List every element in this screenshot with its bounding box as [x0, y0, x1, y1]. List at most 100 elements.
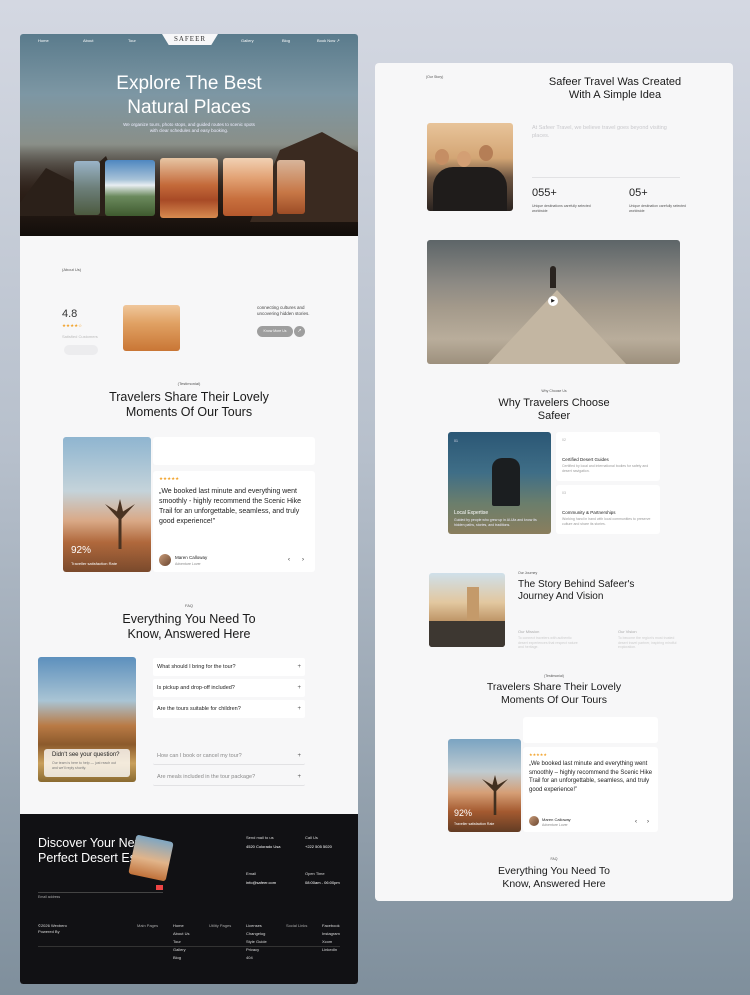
journey-tag: Our Journey: [518, 571, 538, 575]
card-number: 01: [454, 439, 458, 443]
utility-label: Utility Pages: [209, 923, 232, 928]
prev-arrow-icon[interactable]: ‹: [284, 555, 294, 565]
powered-by: Powered By: [38, 929, 60, 934]
send-icon[interactable]: [156, 885, 163, 890]
gallery-photo[interactable]: [74, 161, 100, 215]
nav-about[interactable]: About: [83, 38, 93, 43]
footer-hours: 08:00am - 06:00pm: [305, 880, 340, 885]
footer-link[interactable]: Licenses: [246, 922, 267, 930]
satisfaction-label: Traveller satisfaction Rate: [454, 822, 495, 826]
arrow-icon[interactable]: ↗: [294, 326, 305, 337]
tree-silhouette: [482, 775, 508, 815]
card-text: Guided by people who grew up in Al-Ula a…: [454, 518, 537, 527]
gallery-photo[interactable]: [223, 158, 273, 216]
why-photo: 01 Local Expertise Guided by people who …: [448, 432, 551, 534]
faq-question: What should I bring for the tour?: [157, 664, 236, 670]
footer-link[interactable]: 404: [246, 954, 267, 962]
title-line: Safeer: [537, 409, 571, 422]
card-title: Local Expertise: [454, 510, 489, 516]
footer-link[interactable]: Home: [173, 922, 189, 930]
feature-card: 02 Certified Desert Guides Certified by …: [556, 432, 660, 481]
left-page-preview: Home About Tour Gallery Blog Book Now ↗ …: [20, 34, 358, 984]
play-icon[interactable]: ▶: [548, 296, 558, 306]
rating-stars: ★★★★☆: [62, 323, 83, 328]
title-line: Why Travelers Choose: [498, 397, 610, 409]
testimonial-card: ★★★★★ „We booked last minute and everyth…: [153, 471, 315, 572]
video-preview[interactable]: ▶: [427, 240, 680, 364]
footer-link[interactable]: Tour: [173, 938, 189, 946]
prev-arrow-icon[interactable]: ‹: [631, 817, 641, 827]
title-line: Know, Answered Here: [502, 877, 606, 890]
social-label: Social Links: [286, 923, 308, 928]
open-time-label: Open Time: [305, 871, 325, 876]
next-arrow-icon[interactable]: ›: [643, 817, 653, 827]
plus-icon[interactable]: +: [297, 679, 301, 697]
person-face: [479, 145, 493, 161]
plus-icon[interactable]: +: [297, 658, 301, 676]
nav-home[interactable]: Home: [38, 38, 49, 43]
testimonial-top-card: [153, 437, 315, 465]
faq-question: Is pickup and drop-off included?: [157, 685, 235, 691]
know-more-button[interactable]: Know More Us: [257, 326, 293, 337]
footer-link[interactable]: Privacy: [246, 946, 267, 954]
footer-link[interactable]: Style Guide: [246, 938, 267, 946]
footer-link[interactable]: About Us: [173, 930, 189, 938]
footer-link[interactable]: Xcom: [322, 938, 340, 946]
footer-email[interactable]: info@safeer.com: [246, 879, 276, 887]
hero-subtitle: We organize tours, photo stops, and guid…: [123, 122, 255, 133]
footer-link[interactable]: Changelog: [246, 930, 267, 938]
title-line: Moments Of Our Tours: [500, 693, 607, 706]
hero-title-line: Explore The Best: [116, 73, 262, 94]
title-line: Safeer Travel Was Created: [548, 76, 682, 88]
right-page-preview: (Our Story) Safeer Travel Was Created Wi…: [375, 63, 733, 901]
title-line: Everything You Need To: [122, 612, 256, 626]
faq-item[interactable]: What should I bring for the tour? +: [153, 658, 305, 676]
hiker-silhouette: [492, 458, 520, 506]
plus-icon[interactable]: +: [297, 747, 301, 765]
rating-value: 4.8: [62, 308, 78, 320]
review-stars: ★★★★★: [529, 752, 547, 757]
utility-list: Licenses Changelog Style Guide Privacy 4…: [246, 922, 267, 962]
faq-item[interactable]: Are the tours suitable for children? +: [153, 700, 305, 718]
nav-tour[interactable]: Tour: [128, 38, 136, 43]
callout-title: Didn't see your question?: [52, 752, 120, 758]
why-tag: Why Choose Us: [541, 389, 567, 393]
footer-link[interactable]: Blog: [173, 954, 189, 962]
why-title: Why Travelers Choose Safeer: [375, 397, 733, 422]
plus-icon[interactable]: +: [297, 700, 301, 718]
nav-gallery[interactable]: Gallery: [241, 38, 254, 43]
footer-link[interactable]: Instagram: [322, 930, 340, 938]
email-input[interactable]: Email address: [38, 885, 163, 899]
gallery-photo[interactable]: [277, 160, 305, 214]
nav-blog[interactable]: Blog: [282, 38, 290, 43]
plus-icon[interactable]: +: [297, 768, 301, 786]
testimonial-photo: 92% Traveller satisfaction Rate: [448, 739, 521, 832]
author-name: Maren Calloway: [175, 555, 208, 560]
vision-text: To become the region's most trusted dese…: [618, 636, 677, 649]
next-arrow-icon[interactable]: ›: [298, 555, 308, 565]
footer-link[interactable]: LinkedIn: [322, 946, 340, 954]
story-photo: [429, 573, 505, 647]
feature-title: Community & Partnerships: [562, 510, 616, 515]
people-silhouette: [433, 167, 507, 211]
send-mail-label: Send mail to us: [246, 835, 274, 840]
satisfaction-percent: 92%: [71, 545, 92, 556]
author-role: Adventure Lover: [542, 823, 568, 827]
email-title: Email: [246, 871, 257, 876]
footer-link[interactable]: Facebook: [322, 922, 340, 930]
book-now-button[interactable]: Book Now ↗: [317, 38, 340, 43]
faq-item[interactable]: How can I book or cancel my tour? +: [153, 747, 305, 765]
gallery-photo[interactable]: [105, 160, 155, 216]
faq-question: How can I book or cancel my tour?: [157, 753, 242, 759]
title-line: The Story Behind Safeer's: [518, 579, 635, 590]
logo[interactable]: SAFEER: [162, 34, 218, 45]
stat-value: 05+: [629, 187, 648, 199]
faq-item[interactable]: Are meals included in the tour package? +: [153, 768, 305, 786]
story-text: At Safeer Travel, we believe travel goes…: [532, 125, 667, 139]
gallery-photo[interactable]: [160, 158, 218, 218]
satisfaction-percent: 92%: [454, 808, 473, 818]
footer-link[interactable]: Gallery: [173, 946, 189, 954]
faq-item[interactable]: Is pickup and drop-off included? +: [153, 679, 305, 697]
customer-avatars: [64, 345, 98, 355]
footer-phone[interactable]: +222 505 5020: [305, 843, 332, 851]
